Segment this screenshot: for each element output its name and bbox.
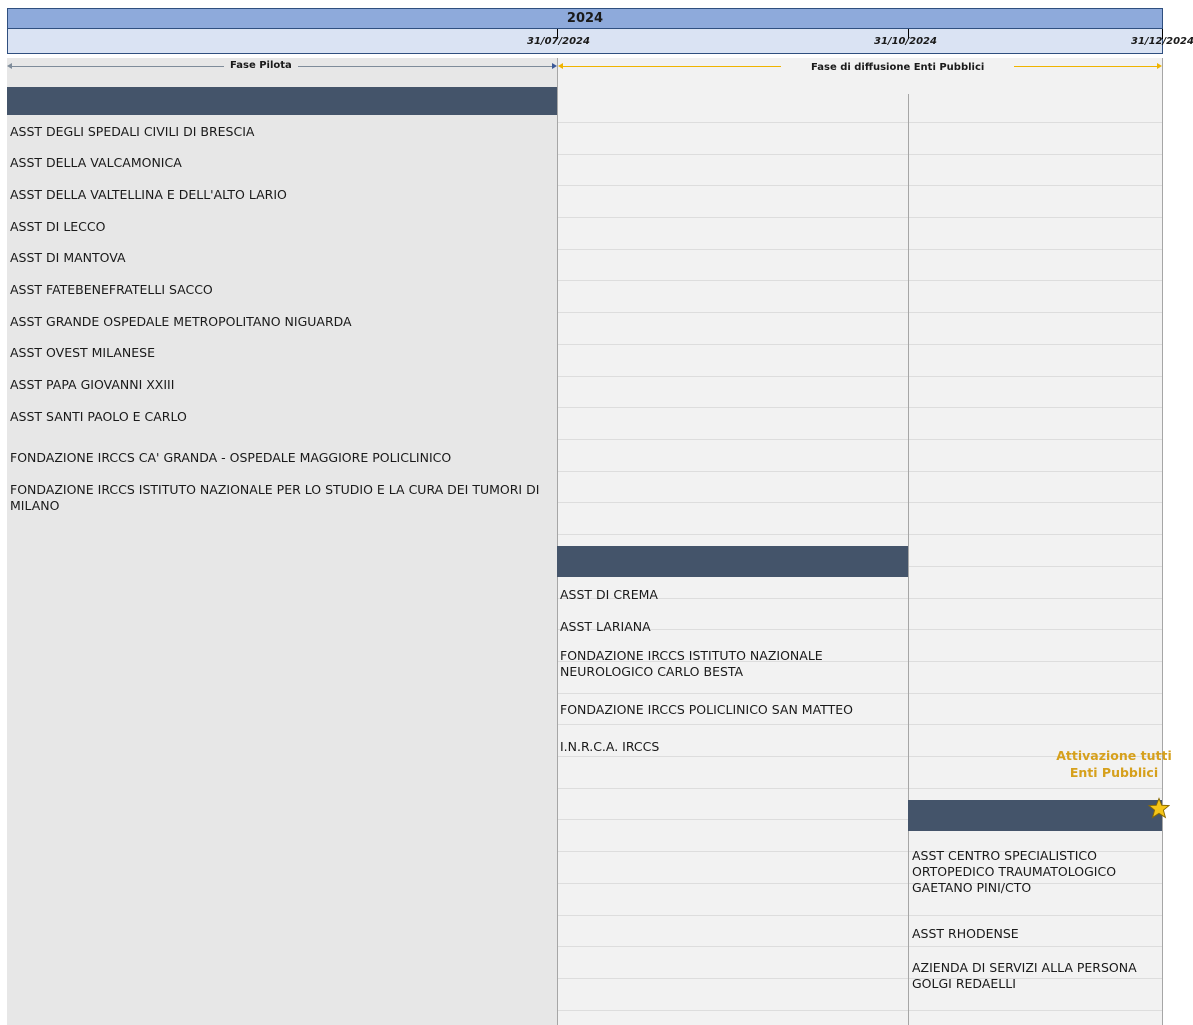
pilot-entity-item: ASST DELLA VALTELLINA E DELL'ALTO LARIO bbox=[10, 187, 287, 202]
year-header: 2024 bbox=[7, 8, 1163, 29]
row-gridline bbox=[557, 122, 1163, 123]
pilot-entity-item: ASST GRANDE OSPEDALE METROPOLITANO NIGUA… bbox=[10, 314, 352, 329]
row-gridline bbox=[557, 154, 1163, 155]
row-gridline bbox=[557, 407, 1163, 408]
wave-three-entity-item: ASST CENTRO SPECIALISTICO ORTOPEDICO TRA… bbox=[912, 848, 1117, 895]
group-bar-pilot bbox=[7, 87, 557, 115]
row-gridline bbox=[557, 915, 1163, 916]
pilot-entity-item: ASST DI MANTOVA bbox=[10, 250, 126, 265]
star-icon bbox=[1148, 797, 1170, 819]
group-bar-wave-two bbox=[557, 546, 908, 577]
date-label-dec: 31/12/2024 bbox=[1131, 36, 1193, 47]
pilot-entity-item: ASST OVEST MILANESE bbox=[10, 345, 155, 360]
row-gridline bbox=[557, 344, 1163, 345]
diffusion-phase-arrow-right-icon bbox=[1157, 63, 1162, 69]
row-gridline bbox=[557, 185, 1163, 186]
row-gridline bbox=[557, 280, 1163, 281]
pilot-entity-item: FONDAZIONE IRCCS CA' GRANDA - OSPEDALE M… bbox=[10, 450, 452, 465]
separator-oct bbox=[908, 94, 909, 1025]
diffusion-phase-label: Fase di diffusione Enti Pubblici bbox=[781, 62, 1015, 73]
pilot-entity-item: ASST SANTI PAOLO E CARLO bbox=[10, 409, 187, 424]
wave-two-entity-item: ASST LARIANA bbox=[560, 619, 651, 634]
pilot-entity-item: ASST DELLA VALCAMONICA bbox=[10, 155, 182, 170]
wave-two-entity-item: FONDAZIONE IRCCS ISTITUTO NAZIONALE NEUR… bbox=[560, 648, 823, 679]
row-gridline bbox=[557, 788, 1163, 789]
row-gridline bbox=[557, 693, 1163, 694]
row-gridline bbox=[557, 534, 1163, 535]
pilot-entity-item: ASST DEGLI SPEDALI CIVILI DI BRESCIA bbox=[10, 124, 255, 139]
separator-dec bbox=[1162, 58, 1163, 1025]
row-gridline bbox=[557, 1010, 1163, 1011]
wave-two-entity-item: I.N.R.C.A. IRCCS bbox=[560, 739, 660, 754]
row-gridline bbox=[557, 724, 1163, 725]
row-gridline bbox=[557, 249, 1163, 250]
row-gridline bbox=[557, 312, 1163, 313]
wave-three-entity-item: ASST RHODENSE bbox=[912, 926, 1019, 941]
date-label-oct: 31/10/2024 bbox=[874, 36, 937, 47]
row-gridline bbox=[557, 439, 1163, 440]
pilot-entity-item: ASST FATEBENEFRATELLI SACCO bbox=[10, 282, 213, 297]
pilot-phase-panel bbox=[7, 58, 557, 1025]
wave-three-entity-item: AZIENDA DI SERVIZI ALLA PERSONA GOLGI RE… bbox=[912, 960, 1137, 991]
separator-jul bbox=[557, 58, 558, 1025]
milestone-label: Attivazione tutti Enti Pubblici bbox=[1056, 748, 1172, 780]
pilot-phase-label: Fase Pilota bbox=[224, 60, 298, 71]
date-label-jul: 31/07/2024 bbox=[527, 36, 590, 47]
pilot-entity-item: FONDAZIONE IRCCS ISTITUTO NAZIONALE PER … bbox=[10, 482, 540, 513]
pilot-phase-arrow-left-icon bbox=[7, 63, 12, 69]
wave-two-entity-item: ASST DI CREMA bbox=[560, 587, 658, 602]
row-gridline bbox=[557, 217, 1163, 218]
row-gridline bbox=[557, 376, 1163, 377]
pilot-entity-item: ASST DI LECCO bbox=[10, 219, 106, 234]
row-gridline bbox=[557, 946, 1163, 947]
diffusion-phase-arrow-left-icon bbox=[558, 63, 563, 69]
group-bar-wave-three bbox=[908, 800, 1162, 831]
pilot-entity-item: ASST PAPA GIOVANNI XXIII bbox=[10, 377, 175, 392]
row-gridline bbox=[557, 471, 1163, 472]
pilot-phase-arrow-right-icon bbox=[552, 63, 557, 69]
row-gridline bbox=[557, 502, 1163, 503]
wave-two-entity-item: FONDAZIONE IRCCS POLICLINICO SAN MATTEO bbox=[560, 702, 853, 717]
